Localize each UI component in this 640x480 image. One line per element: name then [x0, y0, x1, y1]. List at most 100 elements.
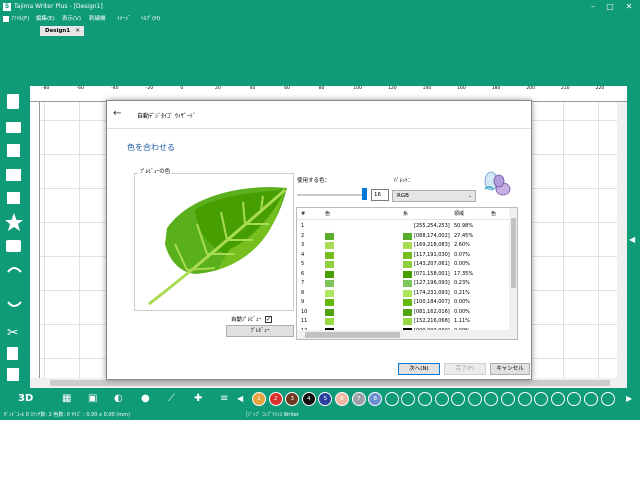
table-row[interactable]: 9 [100,184,007] 0.00% [297, 298, 509, 307]
title-bar: S Tajima Writer Plus - [Design1] – □ ✕ [0, 0, 640, 14]
thread-color-3[interactable]: 3 [285, 392, 300, 406]
table-row[interactable]: 4 [117,191,030] 0.07% [297, 251, 509, 260]
stitch-path-icon[interactable]: ⟋ [168, 391, 175, 407]
empty-thread-slot[interactable] [401, 392, 416, 406]
color-swatch [325, 251, 334, 259]
thread-color-5[interactable]: 5 [318, 392, 333, 406]
table-row[interactable]: 5 [143,207,061] 0.00% [297, 260, 509, 269]
row-number: 8 [301, 289, 305, 296]
hoop-icon[interactable]: ◐ [114, 391, 123, 407]
ruler-tick-label: 60 [284, 86, 290, 91]
col-num-header: # [301, 211, 306, 217]
cancel-button[interactable]: キャンセル [490, 363, 530, 375]
table-row[interactable]: 6 [071,158,001] 17.35% [297, 270, 509, 279]
app-window: S Tajima Writer Plus - [Design1] – □ ✕ ﾌ… [0, 0, 640, 420]
auto-preview-checkbox[interactable]: ✓ [265, 316, 273, 323]
grid-line [597, 102, 599, 388]
rgb-value: [071,158,001] [414, 270, 450, 277]
canvas-vertical-scrollbar[interactable] [617, 102, 627, 378]
ruler-tick-label: 200 [526, 86, 535, 91]
menu-help[interactable]: ﾍﾙﾌﾟ(H) [141, 14, 160, 24]
embroidery-machine-icon [6, 169, 21, 181]
ruler-tick-label: -80 [42, 86, 50, 91]
table-row[interactable]: 7 [127,196,093] 0.23% [297, 279, 509, 288]
empty-thread-slot[interactable] [584, 392, 598, 406]
list-icon[interactable]: ≡ [220, 391, 228, 407]
maximize-button[interactable]: □ [603, 0, 617, 14]
thread-color-4[interactable]: 4 [301, 392, 316, 406]
tab-design1[interactable]: Design1 ✕ [40, 26, 84, 36]
thread-color-1[interactable]: 1 [252, 392, 266, 406]
menu-view[interactable]: 表示(V) [62, 14, 81, 24]
empty-thread-slot[interactable] [517, 392, 532, 406]
grid-icon[interactable]: ▦ [62, 391, 71, 407]
empty-thread-slot[interactable] [451, 392, 466, 406]
ruler-tick-label: 210 [561, 86, 570, 91]
rgb-value: [143,207,061] [414, 261, 450, 267]
empty-thread-slot[interactable] [418, 392, 432, 406]
area-percent: 50.98% [454, 223, 474, 229]
ball-icon[interactable]: ● [141, 391, 150, 407]
table-row[interactable]: 1 [255,254,253] 50.98% [297, 222, 509, 231]
empty-thread-slot[interactable] [600, 392, 615, 406]
auto-preview-toggle[interactable]: 自動ﾌﾟﾚﾋﾞｭｰ ✓ [231, 315, 273, 323]
menu-file[interactable]: ﾌｧｲﾙ(F) [11, 14, 29, 24]
grid-line [44, 102, 45, 388]
table-horizontal-scrollbar[interactable] [297, 330, 517, 339]
table-row[interactable]: 8 [174,231,093] 0.21% [297, 289, 509, 298]
empty-thread-slot[interactable] [534, 392, 549, 406]
finish-button[interactable]: 完了(F) [444, 363, 486, 375]
scroll-right-icon[interactable]: ▶ [626, 391, 632, 407]
thread-color-8[interactable]: 8 [368, 392, 383, 406]
thread-color-2[interactable]: 2 [268, 392, 283, 406]
scroll-thumb[interactable] [305, 332, 400, 338]
minimize-button[interactable]: – [586, 0, 600, 14]
empty-thread-slot[interactable] [484, 392, 499, 406]
empty-thread-slot[interactable] [467, 392, 482, 406]
color-swatch [325, 308, 334, 316]
area-percent: 1.11% [454, 318, 470, 324]
3d-view-button[interactable]: 3D [18, 391, 33, 407]
scroll-left-icon[interactable]: ◀ [237, 391, 243, 407]
row-number: 10 [301, 308, 308, 315]
empty-thread-slot[interactable] [567, 392, 582, 406]
frame-icon[interactable]: ▣ [88, 391, 97, 407]
align-icon[interactable]: ✚ [194, 391, 202, 407]
table-row[interactable]: 10 [081,162,016] 0.00% [297, 308, 509, 317]
row-number: 1 [301, 223, 305, 229]
menu-edit[interactable]: 編集(E) [36, 14, 55, 24]
color-count-slider[interactable] [297, 194, 367, 196]
auto-digitize-wizard: ← 自動ﾃﾞｼﾞﾀｲｺﾞ ｳｨｻﾞｰﾄﾞ 色を合わせる ﾌﾟﾚﾋﾞｭｰの色 自動… [106, 100, 532, 380]
table-row[interactable]: 2 [088,174,002] 27.45% [297, 232, 509, 241]
table-header: # 色 糸 領域 色 [297, 208, 509, 220]
slider-thumb[interactable] [362, 188, 367, 200]
app-menu-icon[interactable] [3, 16, 9, 22]
dialog-header: ← 自動ﾃﾞｼﾞﾀｲｺﾞ ｳｨｻﾞｰﾄﾞ [107, 101, 531, 129]
ruler-tick-label: 80 [318, 86, 325, 91]
menu-machine[interactable]: 刺繍機 [89, 14, 106, 24]
empty-thread-slot[interactable] [384, 392, 399, 406]
preview-button[interactable]: ﾌﾟﾚﾋﾞｭｰ [226, 325, 294, 337]
thread-color-7[interactable]: 7 [351, 392, 366, 406]
color-count-input[interactable]: 16 [371, 189, 389, 201]
palette-select[interactable]: RGB ⌄ [392, 190, 476, 202]
document-tabs: Design1 ✕ [0, 24, 640, 36]
table-row[interactable]: 3 [169,218,083] 2.60% [297, 241, 509, 250]
redo-icon [7, 301, 22, 307]
grid-line [563, 102, 564, 388]
menu-image[interactable]: ｲﾒｰｼﾞ [117, 14, 131, 24]
scroll-thumb[interactable] [511, 218, 516, 288]
table-row[interactable]: 11 [152,216,068] 1.11% [297, 317, 509, 326]
tab-close-icon[interactable]: ✕ [75, 26, 80, 36]
empty-thread-slot[interactable] [434, 392, 449, 406]
close-window-button[interactable]: ✕ [622, 0, 636, 14]
panel-expand-icon[interactable]: ◀ [629, 235, 635, 244]
next-button[interactable]: 次へ(N) [398, 363, 440, 375]
empty-thread-slot[interactable] [501, 392, 515, 406]
thread-color-6[interactable]: 6 [335, 392, 349, 406]
scroll-thumb[interactable] [50, 380, 610, 386]
empty-thread-slot[interactable] [550, 392, 565, 406]
back-arrow-icon[interactable]: ← [113, 108, 121, 119]
table-vertical-scrollbar[interactable] [509, 208, 517, 330]
app-logo-icon: S [3, 3, 11, 11]
